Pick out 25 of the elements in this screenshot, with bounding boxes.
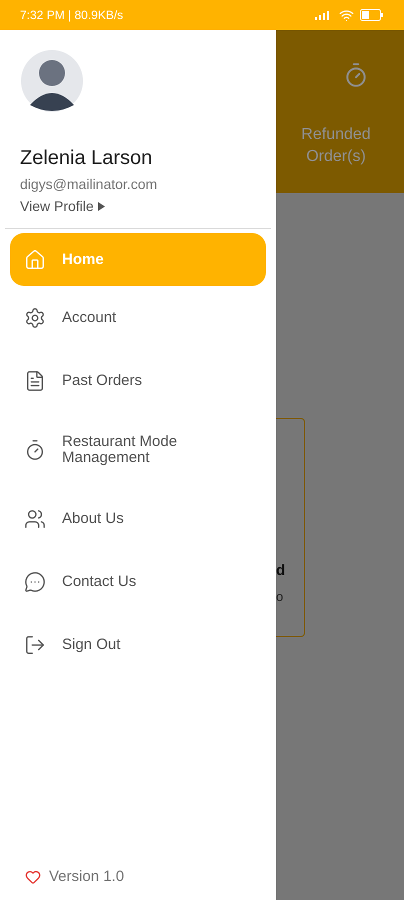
menu-item[interactable]: Sign Out — [10, 613, 266, 676]
menu-item[interactable]: About Us — [10, 487, 266, 550]
heart-icon — [25, 868, 41, 885]
user-email: digys@mailinator.com — [20, 175, 158, 193]
status-time: 7:32 PM | 80.9KB/s — [20, 7, 124, 24]
chat-bubble-icon — [24, 570, 46, 592]
menu-item[interactable]: Restaurant Mode Management — [10, 412, 266, 487]
menu-item[interactable]: Account — [10, 286, 266, 349]
battery-icon — [360, 9, 384, 21]
caret-icon — [98, 202, 105, 210]
people-icon — [24, 508, 46, 530]
settings-icon — [24, 306, 46, 328]
menu-item[interactable]: Contact Us — [10, 550, 266, 613]
user-name: Zelenia Larson — [20, 146, 154, 170]
header-label: Refunded Order(s) — [300, 125, 372, 167]
wifi-icon — [339, 8, 354, 22]
version-text: Version 1.0 — [49, 866, 124, 886]
logout-icon — [24, 634, 46, 656]
view-profile-link[interactable]: View Profile — [20, 197, 105, 215]
home-icon — [24, 248, 46, 270]
card-text: d — [276, 562, 286, 580]
card-subtext: o — [276, 590, 284, 604]
menu-item[interactable]: Past Orders — [10, 349, 266, 412]
document-icon — [24, 370, 46, 392]
stopwatch-icon — [24, 438, 46, 460]
